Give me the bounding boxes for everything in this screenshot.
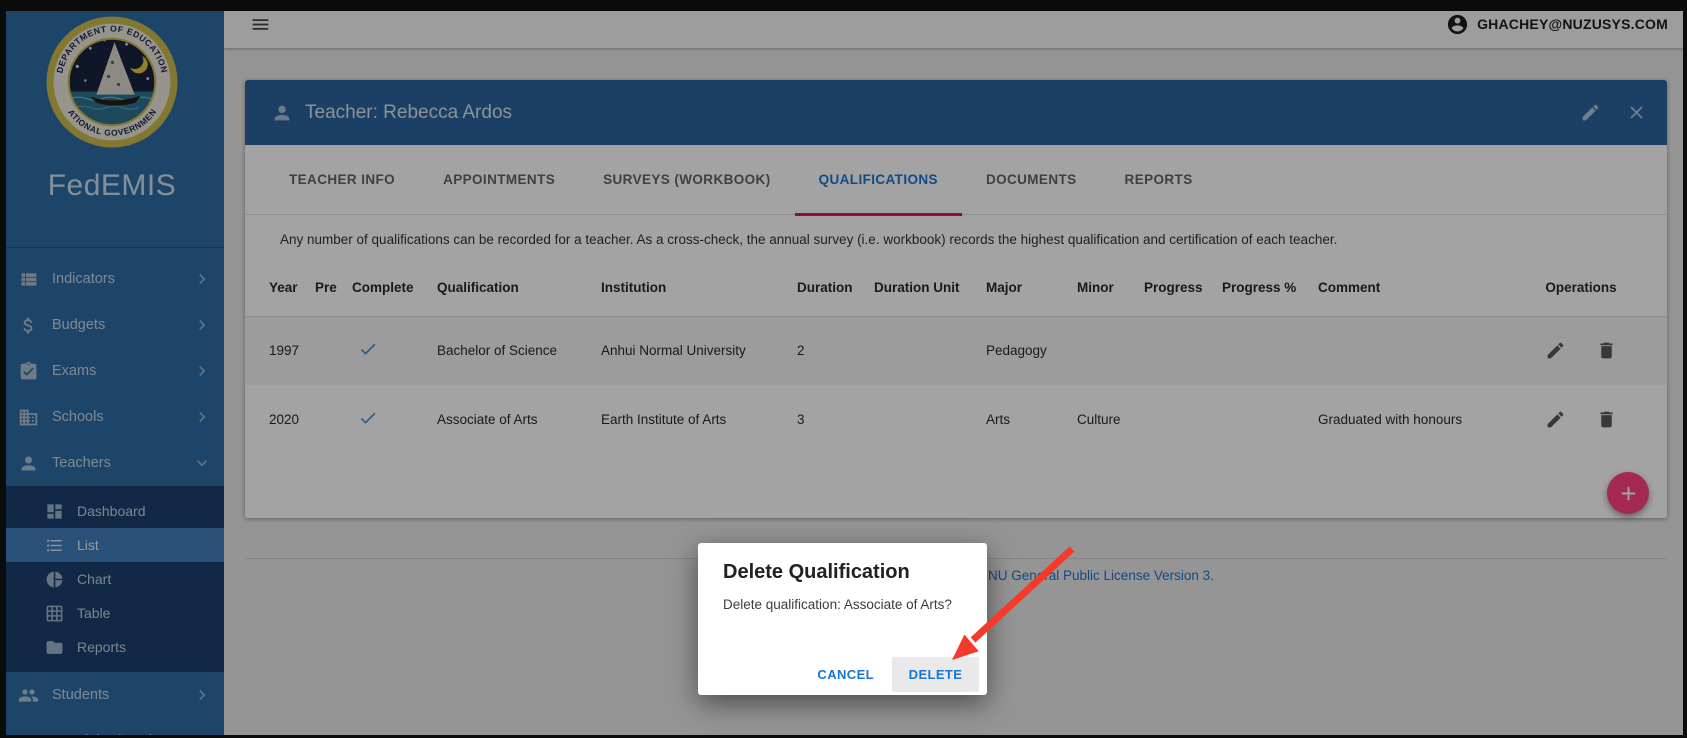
cancel-button[interactable]: CANCEL: [805, 657, 886, 692]
dialog-message: Delete qualification: Associate of Arts?: [723, 597, 962, 612]
dialog-title: Delete Qualification: [723, 561, 962, 584]
delete-button[interactable]: DELETE: [892, 657, 979, 692]
delete-qualification-dialog: Delete Qualification Delete qualificatio…: [698, 543, 987, 695]
dialog-actions: CANCEL DELETE: [805, 657, 979, 692]
